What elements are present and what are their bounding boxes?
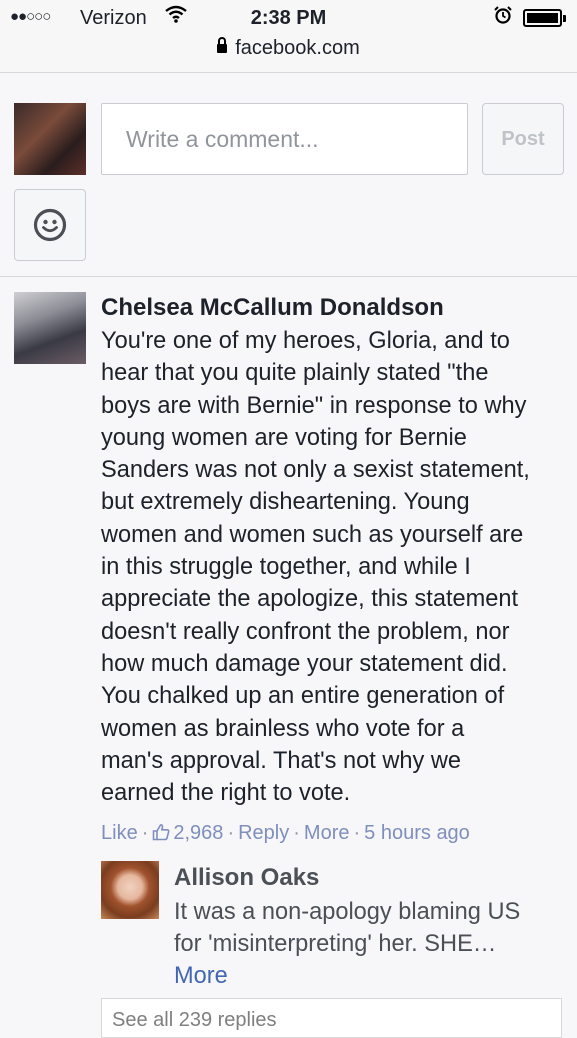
reply-author-avatar[interactable] [101,861,159,919]
user-avatar[interactable] [14,103,86,175]
separator-dot: · [293,822,300,844]
comment-author-avatar[interactable] [14,292,86,364]
reply-body: It was a non-apology blaming US for 'mis… [174,896,520,992]
reply-link[interactable]: Reply [238,822,289,844]
more-link[interactable]: More [304,822,350,844]
comment-line: earned the right to vote. [101,780,351,807]
comment-line: Sanders was not only a sexist statement, [101,457,530,484]
like-link[interactable]: Like [101,822,138,844]
lock-icon [217,37,228,53]
comment-line: women as brainless who vote for a [101,715,465,742]
post-button[interactable]: Post [482,103,564,175]
status-bar: ●●○○○ Verizon 2:38 PM [0,5,577,33]
url-text: facebook.com [235,37,360,59]
comment-line: man's approval. That's not why we [101,747,462,774]
see-all-replies-button[interactable]: See all 239 replies [101,998,562,1038]
reply-more-link[interactable]: More [174,960,520,992]
smiley-icon [33,208,67,242]
comment-line: women and women such as yourself are [101,521,524,548]
separator-dot: · [353,822,361,844]
comment-line: hear that you quite plainly stated "the [101,360,489,387]
reply-author-name[interactable]: Allison Oaks [174,864,319,892]
comment-line: appreciate the apologize, this statement [101,586,519,613]
sticker-button[interactable] [14,189,86,261]
comment-line: You chalked up an entire generation of [101,683,505,710]
comment-input[interactable] [101,103,468,175]
comment-author-name[interactable]: Chelsea McCallum Donaldson [101,294,444,322]
comment-actions: Like · 2,968 · Reply · More · 5 hours ago [101,819,470,847]
comment-line: young women are voting for Bernie [101,424,467,451]
separator-dot: · [141,822,149,844]
comment-line: boys are with Bernie" in response to why [101,392,527,419]
comment-line: You're one of my heroes, Gloria, and to [101,328,510,354]
battery-icon [523,9,562,27]
comment-line: doesn't really confront the problem, nor [101,618,510,645]
like-count[interactable]: 2,968 [152,822,223,844]
battery-tip [563,15,566,22]
reply-line: for 'misinterpreting' her. SHE… [174,931,497,957]
comment-body: You're one of my heroes, Gloria, and to … [101,325,571,809]
thumbs-up-icon [153,824,170,841]
comment-line: how much damage your statement did. [101,650,508,677]
comment-timestamp[interactable]: 5 hours ago [364,822,470,844]
reply-line: It was a non-apology blaming US [174,899,521,925]
like-count-value: 2,968 [173,822,224,844]
comment-line: in this struggle together, and while I [101,554,471,581]
alarm-clock-icon [494,6,512,30]
browser-top-bar: ●●○○○ Verizon 2:38 PM facebook.com [0,0,577,73]
comment-composer: Post [0,73,577,277]
address-bar[interactable]: facebook.com [0,37,577,60]
separator-dot: · [227,822,235,844]
status-time: 2:38 PM [250,7,327,29]
comment-line: but extremely disheartening. Young [101,489,470,516]
